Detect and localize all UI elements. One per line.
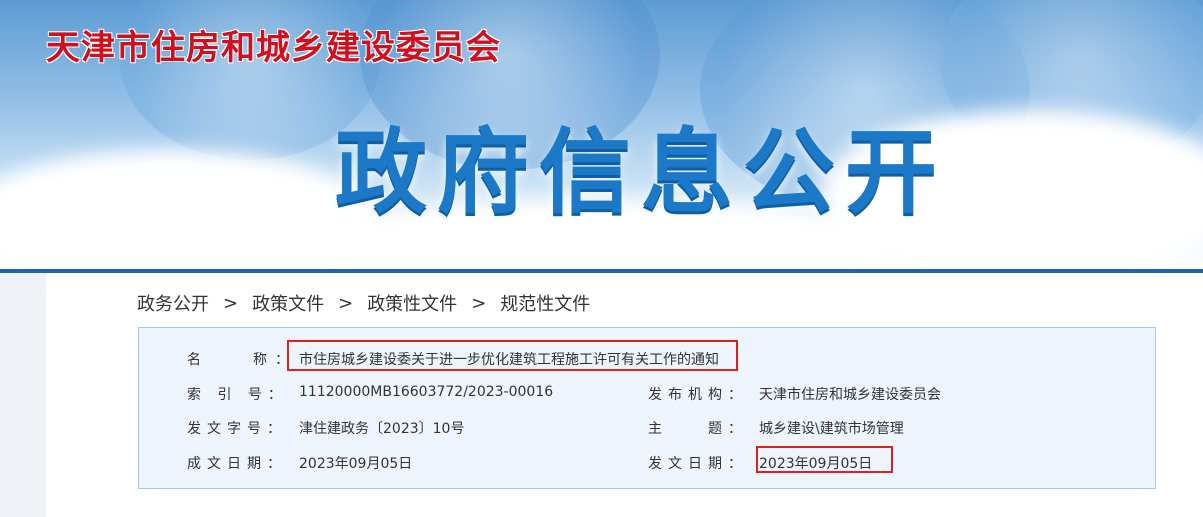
issued-date-label: 发文日期： <box>648 456 748 472</box>
created-date-label: 成文日期： <box>187 456 287 472</box>
hero-title: 政府信息公开 <box>335 119 948 226</box>
publisher-label: 发布机构： <box>648 387 748 403</box>
breadcrumb: 政务公开 > 政策文件 > 政策性文件 > 规范性文件 <box>137 290 590 316</box>
index-label: 索 引 号： <box>187 387 288 403</box>
created-date-value: 2023年09月05日 <box>299 456 413 472</box>
subject-label: 主 题： <box>648 421 748 437</box>
site-title[interactable]: 天津市住房和城乡建设委员会 <box>46 20 501 69</box>
index-value: 11120000MB16603772/2023-00016 <box>299 384 554 400</box>
publisher-value: 天津市住房和城乡建设委员会 <box>759 387 941 403</box>
breadcrumb-separator: > <box>223 292 239 314</box>
breadcrumb-item-gov-affairs[interactable]: 政务公开 <box>137 290 209 316</box>
doc-number-value: 津住建政务〔2023〕10号 <box>299 421 465 437</box>
breadcrumb-item-policy-files[interactable]: 政策性文件 <box>367 290 457 316</box>
breadcrumb-item-policy-docs[interactable]: 政策文件 <box>252 290 324 316</box>
name-label: 名 称： <box>187 352 297 368</box>
highlight-box-name <box>287 340 738 371</box>
header-divider <box>0 269 1203 273</box>
subject-value: 城乡建设\建筑市场管理 <box>759 421 904 437</box>
highlight-box-issued-date <box>756 446 893 473</box>
breadcrumb-separator: > <box>471 292 487 314</box>
doc-number-label: 发文字号： <box>187 421 287 437</box>
breadcrumb-separator: > <box>338 292 354 314</box>
left-margin <box>0 273 46 517</box>
breadcrumb-item-normative-files[interactable]: 规范性文件 <box>500 290 590 316</box>
header-banner: 天津市住房和城乡建设委员会 政府信息公开 <box>0 0 1203 270</box>
